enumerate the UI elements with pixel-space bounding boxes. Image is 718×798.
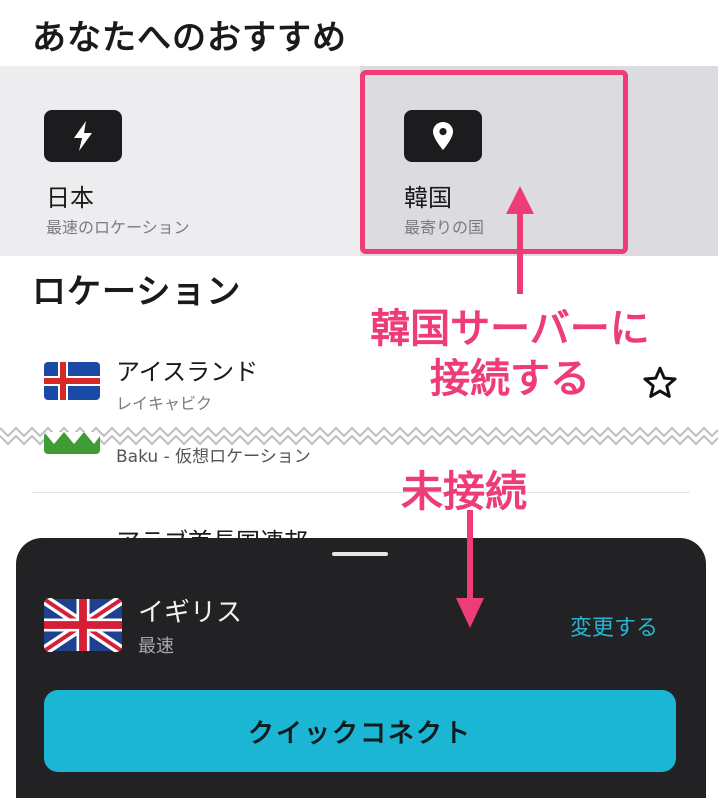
arrow-up-icon <box>506 186 534 294</box>
annotation-korea-line2: 接続する <box>430 356 590 402</box>
recommend-card-subtitle: 最速のロケーション <box>46 218 190 237</box>
current-country: イギリス <box>138 598 243 628</box>
location-city: レイキャビク <box>116 394 213 413</box>
connection-panel: イギリス 最速 変更する クイックコネクト <box>16 538 706 798</box>
iceland-flag-icon <box>44 362 100 400</box>
quick-connect-button[interactable]: クイックコネクト <box>44 690 676 772</box>
location-row-baku[interactable]: Baku - 仮想ロケーション <box>0 432 718 488</box>
azerbaijan-flag-icon <box>44 432 100 454</box>
location-row-uae[interactable]: アラブ首長国連邦 <box>0 522 718 538</box>
connection-mode: 最速 <box>138 636 174 657</box>
location-name: Baku - 仮想ロケーション <box>116 447 311 467</box>
bolt-icon <box>44 110 122 162</box>
drag-handle[interactable] <box>332 552 388 556</box>
location-name: アイスランド <box>116 358 259 386</box>
location-name: アラブ首長国連邦 <box>116 522 308 538</box>
change-location-link[interactable]: 変更する <box>570 610 658 642</box>
list-divider <box>32 492 690 493</box>
recommended-heading: あなたへのおすすめ <box>32 18 347 58</box>
uk-flag-icon <box>44 598 122 652</box>
recommend-card-japan[interactable]: 日本 最速のロケーション <box>0 66 360 256</box>
locations-heading: ロケーション <box>32 272 242 312</box>
highlight-box <box>360 70 628 254</box>
recommend-card-title: 日本 <box>46 184 94 212</box>
arrow-down-icon <box>456 510 484 628</box>
